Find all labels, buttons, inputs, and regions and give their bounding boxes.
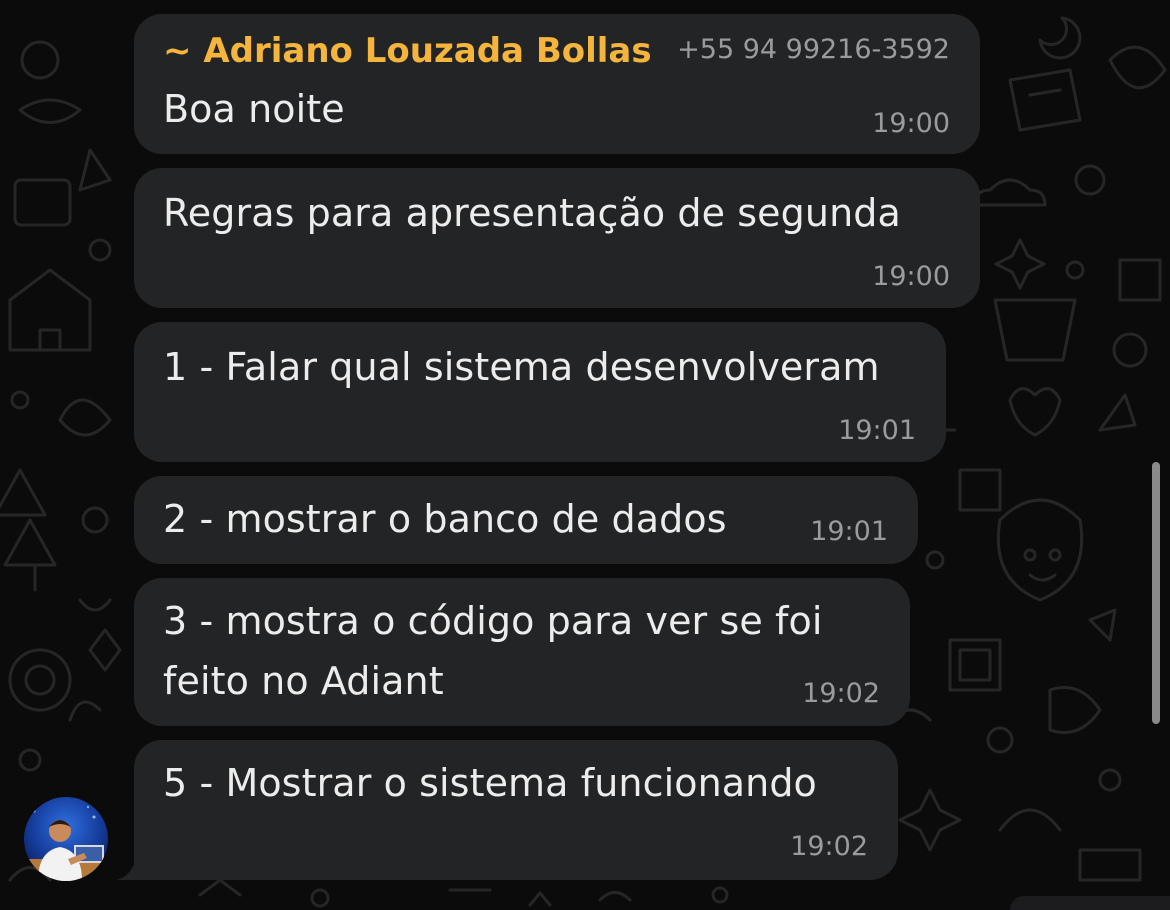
message-timestamp: 19:01 [810,516,888,547]
composer-edge [1010,896,1170,910]
sender-phone[interactable]: +55 94 99216-3592 [677,34,950,65]
message-bubble[interactable]: 2 - mostrar o banco de dados 19:01 [134,476,918,564]
person-avatar-icon [24,797,108,881]
message-bubble[interactable]: 3 - mostra o código para ver se foi feit… [134,578,910,726]
message-text: Boa noite [163,87,345,131]
message-text: 5 - Mostrar o sistema funcionando [163,761,817,805]
message-bubble[interactable]: Regras para apresentação de segunda 19:0… [134,168,980,308]
message-timestamp: 19:02 [790,831,868,862]
bubble-tail [116,850,146,880]
message-text: 3 - mostra o código para ver se foi [163,599,823,643]
message-bubble[interactable]: 1 - Falar qual sistema desenvolveram 19:… [134,322,946,462]
scrollbar[interactable] [1152,462,1160,724]
message-timestamp: 19:00 [872,108,950,139]
message-text: 1 - Falar qual sistema desenvolveram [163,345,880,389]
message-timestamp: 19:00 [872,261,950,292]
message-bubble[interactable]: ~ Adriano Louzada Bollas +55 94 99216-35… [134,14,980,154]
message-text: feito no Adiant [163,659,444,703]
message-timestamp: 19:01 [838,415,916,446]
message-bubble[interactable]: 5 - Mostrar o sistema funcionando 19:02 [134,740,898,880]
sender-avatar[interactable] [24,797,108,881]
sender-name[interactable]: ~ Adriano Louzada Bollas [163,26,652,76]
message-text: Regras para apresentação de segunda [163,191,901,235]
message-timestamp: 19:02 [802,678,880,709]
message-text: 2 - mostrar o banco de dados [163,497,727,541]
